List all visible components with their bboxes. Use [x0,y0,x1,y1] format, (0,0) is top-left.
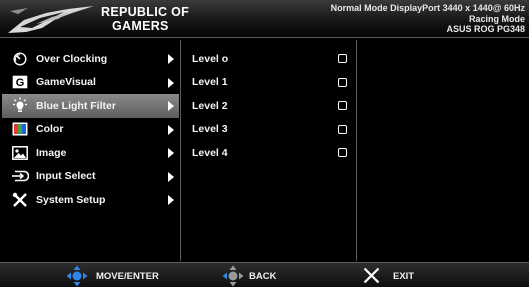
menu-item-system-setup[interactable]: System Setup [2,188,179,212]
radio-box-icon[interactable] [338,54,347,63]
move-enter-label: MOVE/ENTER [96,271,159,282]
overclock-icon [10,51,30,67]
brand-name-line2: GAMERS [112,19,169,33]
header-bar: REPUBLIC OF GAMERS Normal Mode DisplayPo… [0,0,529,38]
sub-item-label: Level 2 [192,99,228,112]
sub-item-level-4[interactable]: Level 4 [183,141,355,165]
menu-item-label: System Setup [36,193,106,206]
menu-item-label: Over Clocking [36,52,108,65]
column-divider [180,40,181,261]
menu-item-over-clocking[interactable]: Over Clocking [2,47,179,71]
menu-item-gamevisual[interactable]: G GameVisual [2,71,179,95]
blue-light-icon [10,97,30,114]
status-input-resolution: Normal Mode DisplayPort 3440 x 1440@ 60H… [330,3,525,13]
gamevisual-icon: G [10,74,30,90]
sub-item-level-3[interactable]: Level 3 [183,118,355,142]
sub-item-label: Level 1 [192,76,228,89]
menu-item-input-select[interactable]: Input Select [2,165,179,189]
sub-item-level-1[interactable]: Level 1 [183,71,355,95]
menu-item-color[interactable]: Color [2,118,179,142]
menu-item-label: Blue Light Filter [36,99,116,112]
sub-item-level-2[interactable]: Level 2 [183,94,355,118]
menu-item-label: GameVisual [36,76,96,89]
radio-box-icon[interactable] [338,124,347,134]
joystick-four-way-icon [66,265,88,287]
chevron-right-icon [168,171,174,182]
radio-box-icon[interactable] [338,101,347,110]
rog-eye-logo-icon [8,6,94,33]
status-info: Normal Mode DisplayPort 3440 x 1440@ 60H… [331,3,525,35]
close-icon [363,267,380,284]
menu-item-label: Input Select [36,170,96,183]
svg-text:G: G [16,77,25,89]
input-select-icon [10,168,30,184]
column-divider [356,40,357,261]
sub-item-label: Level o [192,52,229,65]
chevron-right-icon [168,195,174,205]
sub-item-label: Level 4 [192,146,228,159]
radio-box-icon[interactable] [338,77,347,87]
joystick-back-icon [222,265,244,287]
chevron-right-icon [168,77,174,88]
sub-item-label: Level 3 [192,123,228,136]
main-menu: Over Clocking G GameVisual Blue Light Fi… [2,47,179,212]
status-model: ASUS ROG PG348 [446,24,525,34]
chevron-right-icon [168,148,174,158]
color-icon [10,121,30,137]
menu-item-blue-light-filter[interactable]: Blue Light Filter [2,94,179,118]
exit-label: EXIT [393,271,415,282]
menu-item-label: Color [36,123,64,136]
back-label: BACK [249,271,277,282]
sub-item-level-0[interactable]: Level o [183,47,355,71]
status-mode: Racing Mode [468,13,525,24]
footer-bar: MOVE/ENTER BACK EXIT [0,262,529,287]
osd-menu: REPUBLIC OF GAMERS Normal Mode DisplayPo… [0,0,529,287]
chevron-right-icon [168,124,174,135]
menu-item-image[interactable]: Image [2,141,179,165]
chevron-right-icon [168,54,174,64]
brand-name-line1: REPUBLIC OF [101,5,190,19]
chevron-right-icon [168,101,174,111]
sub-menu: Level o Level 1 Level 2 Level 3 Level 4 [183,47,355,165]
radio-box-icon[interactable] [338,148,347,157]
menu-item-label: Image [36,146,67,159]
image-icon [10,145,30,161]
system-setup-icon [10,192,30,208]
